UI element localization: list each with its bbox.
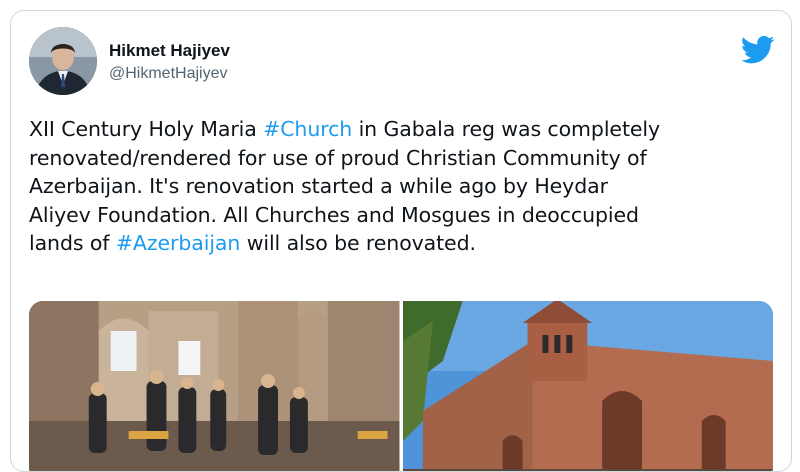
church-exterior-image [402,301,773,471]
author-name[interactable]: Hikmet Hajiyev [109,41,230,61]
tweet-text-segment: lands of [29,231,116,255]
author-handle[interactable]: @HikmetHajiyev [109,64,230,84]
tweet-line: lands of #Azerbaijan will also be renova… [29,229,789,258]
author-block: Hikmet Hajiyev @HikmetHajiyev [109,41,230,84]
tweet-line: Azerbaijan. It's renovation started a wh… [29,174,608,198]
tweet-line: XII Century Holy Maria #Church in Gabala… [29,115,789,144]
hashtag-azerbaijan-link[interactable]: #Azerbaijan [116,231,241,255]
tweet-line: Aliyev Foundation. All Churches and Mosg… [29,202,639,227]
author-avatar[interactable] [29,27,97,95]
tweet-line: renovated/rendered for use of proud Chri… [29,145,647,170]
church-interior-photo[interactable] [29,301,400,471]
church-interior-image [29,301,400,471]
avatar-image [29,27,97,95]
tweet-card[interactable]: Hikmet Hajiyev @HikmetHajiyev XII Centur… [10,10,792,472]
tweet-text-segment: will also be renovated. [240,231,476,255]
tweet-text: XII Century Holy Maria #Church in Gabala… [29,115,789,258]
tweet-text-segment: in Gabala reg was completely [352,117,661,141]
hashtag-church-link[interactable]: #Church [263,117,352,141]
church-exterior-photo[interactable] [402,301,773,471]
tweet-media [29,301,773,471]
twitter-bird-icon[interactable] [741,35,775,65]
tweet-text-segment: XII Century Holy Maria [29,117,264,141]
